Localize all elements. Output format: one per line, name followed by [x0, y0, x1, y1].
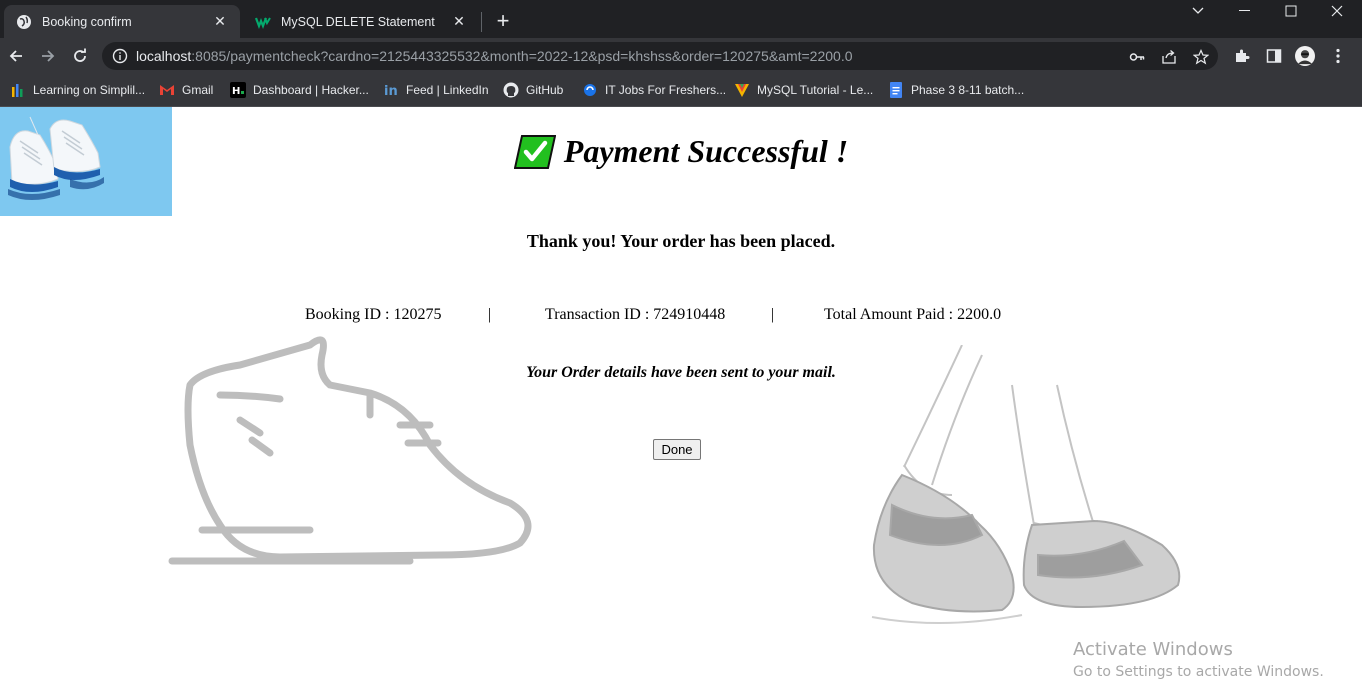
menu-dots-icon[interactable]	[1328, 46, 1348, 66]
close-icon[interactable]: ✕	[451, 13, 467, 30]
bookmark-linkedin[interactable]: in Feed | LinkedIn	[383, 80, 489, 100]
info-icon[interactable]	[112, 48, 128, 64]
running-shoe-illustration	[168, 336, 532, 565]
activate-windows-watermark: Activate Windows Go to Settings to activ…	[1073, 639, 1324, 680]
id-separator: |	[488, 306, 492, 323]
bookmark-hackerrank[interactable]: H Dashboard | Hacker...	[230, 80, 369, 100]
done-button[interactable]: Done	[653, 439, 701, 460]
star-icon[interactable]	[1191, 47, 1211, 67]
total-amount-paid: Total Amount Paid : 2200.0	[824, 306, 1002, 323]
url-rest: :8085/paymentcheck?cardno=2125443325532&…	[191, 48, 853, 64]
key-icon[interactable]	[1127, 47, 1147, 67]
w3schools-icon	[255, 14, 271, 30]
headline-text: Payment Successful !	[563, 133, 849, 169]
page-content: Payment Successful ! Thank you! Your ord…	[0, 107, 1362, 696]
side-panel-icon[interactable]	[1264, 46, 1284, 66]
bookmark-simplilearn[interactable]: Learning on Simplil...	[10, 80, 145, 100]
bookmarks-bar: Learning on Simplil... Gmail H Dashboard…	[0, 74, 1362, 107]
close-window-icon[interactable]	[1314, 0, 1360, 22]
tab-title: Booking confirm	[42, 14, 132, 29]
page-title: Payment Successful !	[0, 133, 1362, 170]
mysql-tutorial-icon	[734, 82, 750, 98]
itjobs-icon	[582, 82, 598, 98]
forward-arrow-icon[interactable]	[35, 43, 61, 69]
url-host: localhost	[136, 48, 192, 64]
bookmark-itjobs[interactable]: IT Jobs For Freshers...	[582, 80, 726, 100]
order-placed-message: Thank you! Your order has been placed.	[526, 231, 836, 251]
simplilearn-icon	[10, 82, 26, 98]
bookmark-label: Learning on Simplil...	[33, 83, 146, 97]
bookmark-mysql-tutorial[interactable]: MySQL Tutorial - Le...	[734, 80, 873, 100]
bookmark-label: Gmail	[182, 83, 214, 97]
bookmark-label: Dashboard | Hacker...	[253, 83, 369, 97]
bookmark-label: Feed | LinkedIn	[406, 83, 489, 97]
maximize-icon[interactable]	[1268, 0, 1314, 22]
github-icon	[503, 82, 519, 98]
bookmark-phase3[interactable]: Phase 3 8-11 batch...	[888, 80, 1024, 100]
transaction-id: Transaction ID : 724910448	[545, 306, 726, 323]
share-icon[interactable]	[1159, 47, 1179, 67]
walking-legs-illustration	[871, 345, 1181, 625]
hackerrank-icon: H	[230, 82, 246, 98]
new-tab-icon[interactable]: +	[491, 8, 515, 33]
tab-mysql-delete[interactable]: MySQL DELETE Statement ✕	[243, 5, 479, 38]
extensions-icon[interactable]	[1232, 46, 1252, 66]
bookmark-gmail[interactable]: Gmail	[159, 80, 213, 100]
back-arrow-icon[interactable]	[3, 43, 29, 69]
tab-search-chevron-icon[interactable]	[1175, 0, 1221, 22]
browser-toolbar: localhost:8085/paymentcheck?cardno=21254…	[0, 38, 1362, 74]
svg-text:in: in	[384, 84, 398, 98]
svg-text:H: H	[232, 86, 240, 97]
bookmark-label: Phase 3 8-11 batch...	[911, 83, 1025, 97]
close-icon[interactable]: ✕	[212, 13, 228, 30]
bookmark-github[interactable]: GitHub	[503, 80, 563, 100]
address-bar[interactable]: localhost:8085/paymentcheck?cardno=21254…	[102, 42, 1218, 70]
id-separator: |	[771, 306, 775, 323]
bookmark-label: MySQL Tutorial - Le...	[757, 83, 874, 97]
tab-booking-confirm[interactable]: Booking confirm ✕	[4, 5, 240, 38]
checkmark-icon	[513, 134, 556, 169]
bookmark-label: GitHub	[526, 83, 564, 97]
bookmark-label: IT Jobs For Freshers...	[605, 83, 727, 97]
minimize-icon[interactable]	[1222, 0, 1268, 22]
linkedin-icon: in	[383, 82, 399, 98]
activate-title: Activate Windows	[1073, 639, 1233, 660]
browser-titlebar: Booking confirm ✕ MySQL DELETE Statement…	[0, 0, 1362, 38]
activate-subtitle: Go to Settings to activate Windows.	[1073, 664, 1324, 680]
globe-icon	[16, 14, 32, 30]
google-docs-icon	[888, 82, 904, 98]
tab-separator	[481, 12, 482, 32]
mail-note: Your Order details have been sent to you…	[526, 364, 836, 381]
gmail-icon	[159, 82, 175, 98]
tab-title: MySQL DELETE Statement	[281, 14, 435, 29]
booking-id: Booking ID : 120275	[305, 306, 442, 323]
profile-avatar[interactable]	[1295, 46, 1315, 66]
reload-icon[interactable]	[67, 43, 93, 69]
url-text: localhost:8085/paymentcheck?cardno=21254…	[136, 48, 853, 64]
